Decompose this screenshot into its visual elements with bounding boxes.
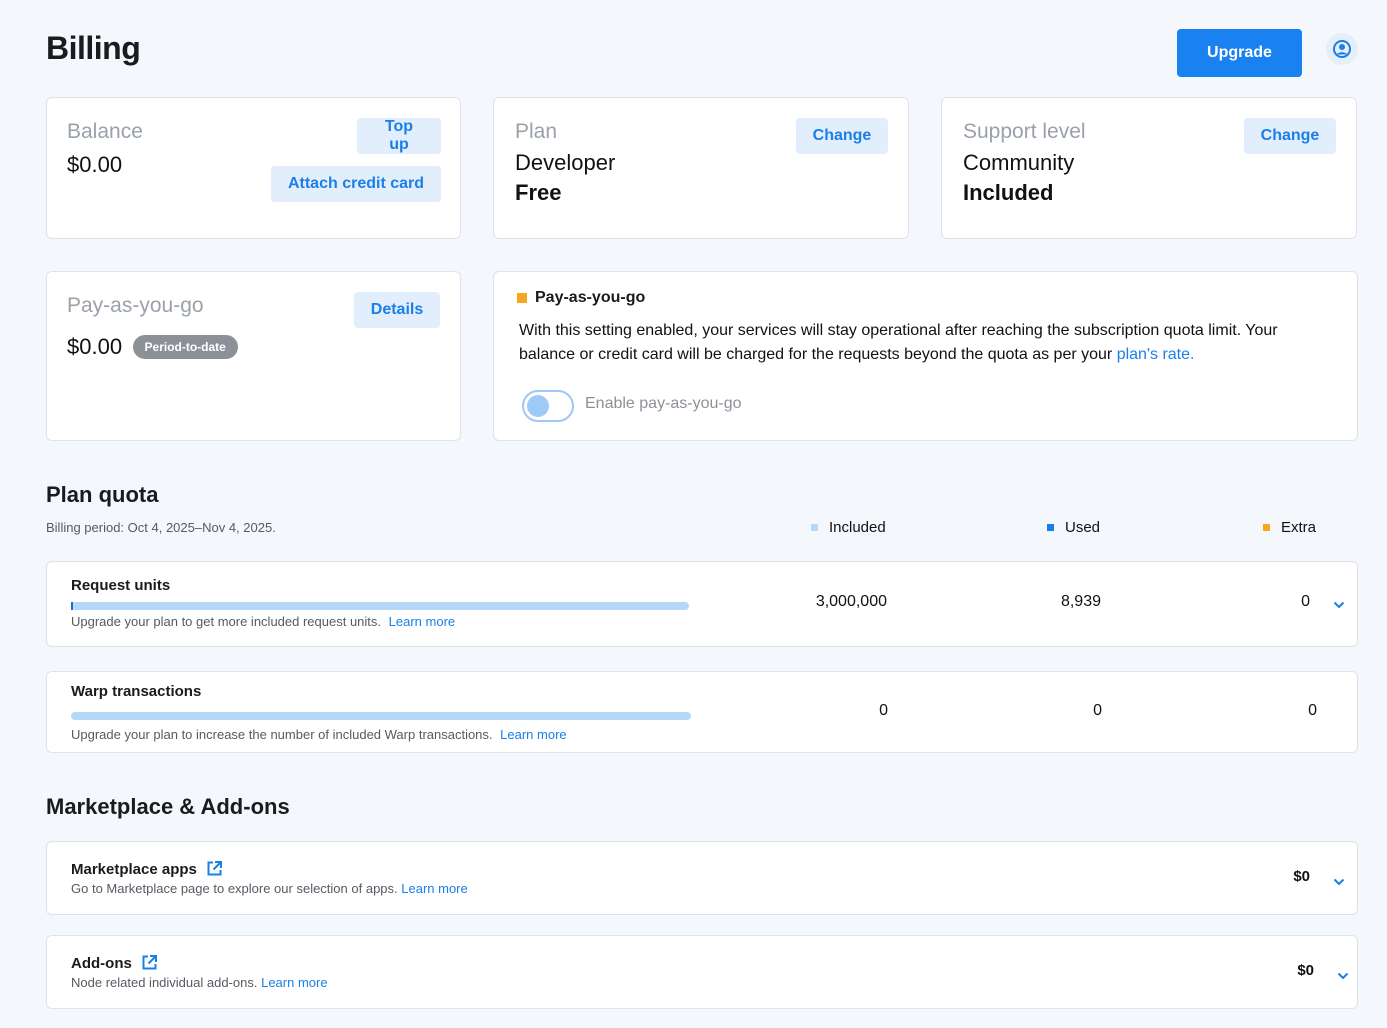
- payg-toggle[interactable]: [522, 390, 574, 422]
- payg-info-title: Pay-as-you-go: [535, 289, 646, 306]
- balance-card: Balance $0.00 Top up Attach credit card: [46, 97, 461, 239]
- page-title: Billing: [46, 30, 141, 66]
- learn-more-link[interactable]: Learn more: [500, 727, 566, 742]
- support-price: Included: [963, 180, 1054, 205]
- included-value: 0: [879, 702, 888, 719]
- support-name: Community: [963, 150, 1075, 175]
- add-ons-amount: $0: [1297, 962, 1314, 979]
- marketplace-title: Marketplace & Add-ons: [46, 794, 290, 819]
- extra-square-icon: [1263, 524, 1270, 531]
- legend-extra-label: Extra: [1281, 519, 1317, 536]
- marketplace-apps-amount: $0: [1293, 868, 1310, 885]
- quota-row-warp-transactions: Warp transactions Upgrade your plan to i…: [46, 671, 1358, 753]
- plans-rate-link[interactable]: plan's rate.: [1117, 346, 1195, 363]
- plan-name: Developer: [515, 150, 616, 175]
- payg-value: $0.00: [67, 334, 123, 359]
- extra-value: 0: [1301, 593, 1310, 610]
- plan-label: Plan: [515, 120, 558, 143]
- quota-row-desc-wrap: Upgrade your plan to get more included r…: [71, 614, 455, 629]
- quota-row-title: Request units: [71, 577, 171, 594]
- payg-value-row: $0.00 Period-to-date: [67, 334, 238, 360]
- legend-included: Included: [811, 519, 886, 536]
- quota-progress-bar: [71, 602, 689, 610]
- payg-info-text-block: With this setting enabled, your services…: [519, 319, 1329, 367]
- marketplace-apps-desc: Go to Marketplace page to explore our se…: [71, 881, 398, 896]
- top-up-button[interactable]: Top up: [357, 118, 441, 154]
- support-label: Support level: [963, 120, 1086, 143]
- period-badge: Period-to-date: [132, 335, 238, 359]
- learn-more-link[interactable]: Learn more: [389, 614, 455, 629]
- plan-quota-title: Plan quota: [46, 482, 159, 507]
- legend-extra: Extra: [1263, 519, 1316, 536]
- details-button[interactable]: Details: [354, 292, 440, 328]
- marketplace-apps-title-wrap: Marketplace apps: [71, 861, 223, 880]
- external-link-icon[interactable]: [142, 955, 157, 974]
- legend-used: Used: [1047, 519, 1100, 536]
- add-ons-row[interactable]: Add-ons Node related individual add-ons.…: [46, 935, 1358, 1009]
- support-card: Support level Community Included Change: [941, 97, 1357, 239]
- attach-credit-card-button[interactable]: Attach credit card: [271, 166, 441, 202]
- balance-label: Balance: [67, 120, 143, 143]
- external-link-icon[interactable]: [207, 861, 223, 880]
- payg-info-card: Pay-as-you-go With this setting enabled,…: [493, 271, 1358, 441]
- quota-progress-used: [71, 602, 73, 610]
- upgrade-button[interactable]: Upgrade: [1177, 29, 1302, 77]
- billing-period: Billing period: Oct 4, 2025–Nov 4, 2025.: [46, 520, 276, 535]
- add-ons-title-wrap: Add-ons: [71, 955, 157, 974]
- change-support-button[interactable]: Change: [1244, 118, 1336, 154]
- user-circle-icon[interactable]: [1326, 33, 1358, 65]
- legend-included-label: Included: [829, 519, 886, 536]
- included-value: 3,000,000: [815, 593, 887, 610]
- quota-row-desc-wrap: Upgrade your plan to increase the number…: [71, 727, 567, 742]
- extra-value: 0: [1308, 702, 1317, 719]
- add-ons-desc: Node related individual add-ons.: [71, 975, 258, 990]
- orange-square-icon: [517, 293, 527, 303]
- balance-value: $0.00: [67, 152, 123, 177]
- chevron-down-icon[interactable]: [1337, 967, 1349, 985]
- plan-price: Free: [515, 180, 562, 205]
- payg-info-header: Pay-as-you-go: [517, 289, 645, 307]
- change-plan-button[interactable]: Change: [796, 118, 888, 154]
- learn-more-link[interactable]: Learn more: [401, 881, 467, 896]
- payg-card: Pay-as-you-go $0.00 Period-to-date Detai…: [46, 271, 461, 441]
- quota-progress-bar: [71, 712, 691, 720]
- quota-row-title: Warp transactions: [71, 683, 202, 700]
- quota-row-desc: Upgrade your plan to get more included r…: [71, 614, 382, 629]
- add-ons-desc-wrap: Node related individual add-ons. Learn m…: [71, 975, 328, 990]
- payg-label: Pay-as-you-go: [67, 294, 204, 317]
- marketplace-apps-title: Marketplace apps: [71, 861, 197, 878]
- add-ons-title: Add-ons: [71, 955, 132, 972]
- payg-toggle-label: Enable pay-as-you-go: [585, 395, 742, 412]
- plan-card: Plan Developer Free Change: [493, 97, 909, 239]
- marketplace-apps-row[interactable]: Marketplace apps Go to Marketplace page …: [46, 841, 1358, 915]
- used-value: 8,939: [1060, 593, 1101, 610]
- quota-row-request-units[interactable]: Request units Upgrade your plan to get m…: [46, 561, 1358, 647]
- included-square-icon: [811, 524, 818, 531]
- used-square-icon: [1047, 524, 1054, 531]
- legend-used-label: Used: [1065, 519, 1101, 536]
- chevron-down-icon[interactable]: [1333, 873, 1345, 891]
- marketplace-apps-desc-wrap: Go to Marketplace page to explore our se…: [71, 881, 468, 896]
- quota-row-desc: Upgrade your plan to increase the number…: [71, 727, 493, 742]
- learn-more-link[interactable]: Learn more: [261, 975, 327, 990]
- chevron-down-icon[interactable]: [1333, 596, 1345, 614]
- used-value: 0: [1093, 702, 1102, 719]
